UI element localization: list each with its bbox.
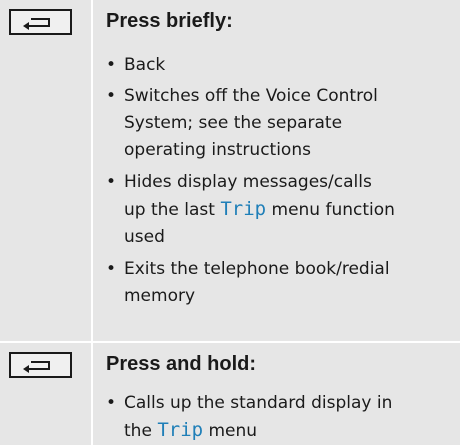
list-item: • Exits the telephone book/redial memory xyxy=(106,256,451,310)
trip-menu-label: Trip xyxy=(220,198,267,220)
back-button-icon xyxy=(9,352,72,378)
press-and-hold-heading: Press and hold: xyxy=(106,353,257,375)
item-text: up the last xyxy=(124,200,221,220)
bullet: • xyxy=(106,259,117,279)
list-item: • Back xyxy=(106,52,451,79)
item-text: Back xyxy=(124,55,166,75)
item-text: Exits the telephone book/redial xyxy=(124,259,390,279)
instruction-table: Press briefly: • Back • Switches off the… xyxy=(0,0,460,445)
item-text: used xyxy=(124,227,165,247)
table-row-press-briefly: Press briefly: • Back • Switches off the… xyxy=(0,0,460,341)
item-text: System; see the separate xyxy=(124,113,343,133)
item-text: operating instructions xyxy=(124,140,311,160)
key-cell xyxy=(0,343,93,445)
list-item: • Hides display messages/calls up the la… xyxy=(106,169,451,251)
trip-menu-label: Trip xyxy=(157,419,204,441)
bullet: • xyxy=(106,393,117,413)
item-text: Calls up the standard display in xyxy=(124,393,393,413)
item-text: menu xyxy=(203,421,258,441)
list-item: • Calls up the standard display in the T… xyxy=(106,390,451,445)
item-text: Switches off the Voice Control xyxy=(124,86,378,106)
back-button-icon xyxy=(9,9,72,35)
item-text: Hides display messages/calls xyxy=(124,172,372,192)
item-text: menu function xyxy=(266,200,395,220)
table-row-press-and-hold: Press and hold: • Calls up the standard … xyxy=(0,343,460,445)
press-briefly-heading: Press briefly: xyxy=(106,10,233,32)
item-text: memory xyxy=(124,286,196,306)
bullet: • xyxy=(106,172,117,192)
item-text: the xyxy=(124,421,158,441)
list-item: • Switches off the Voice Control System;… xyxy=(106,83,451,164)
bullet: • xyxy=(106,86,117,106)
bullet: • xyxy=(106,55,117,75)
key-cell xyxy=(0,0,93,341)
